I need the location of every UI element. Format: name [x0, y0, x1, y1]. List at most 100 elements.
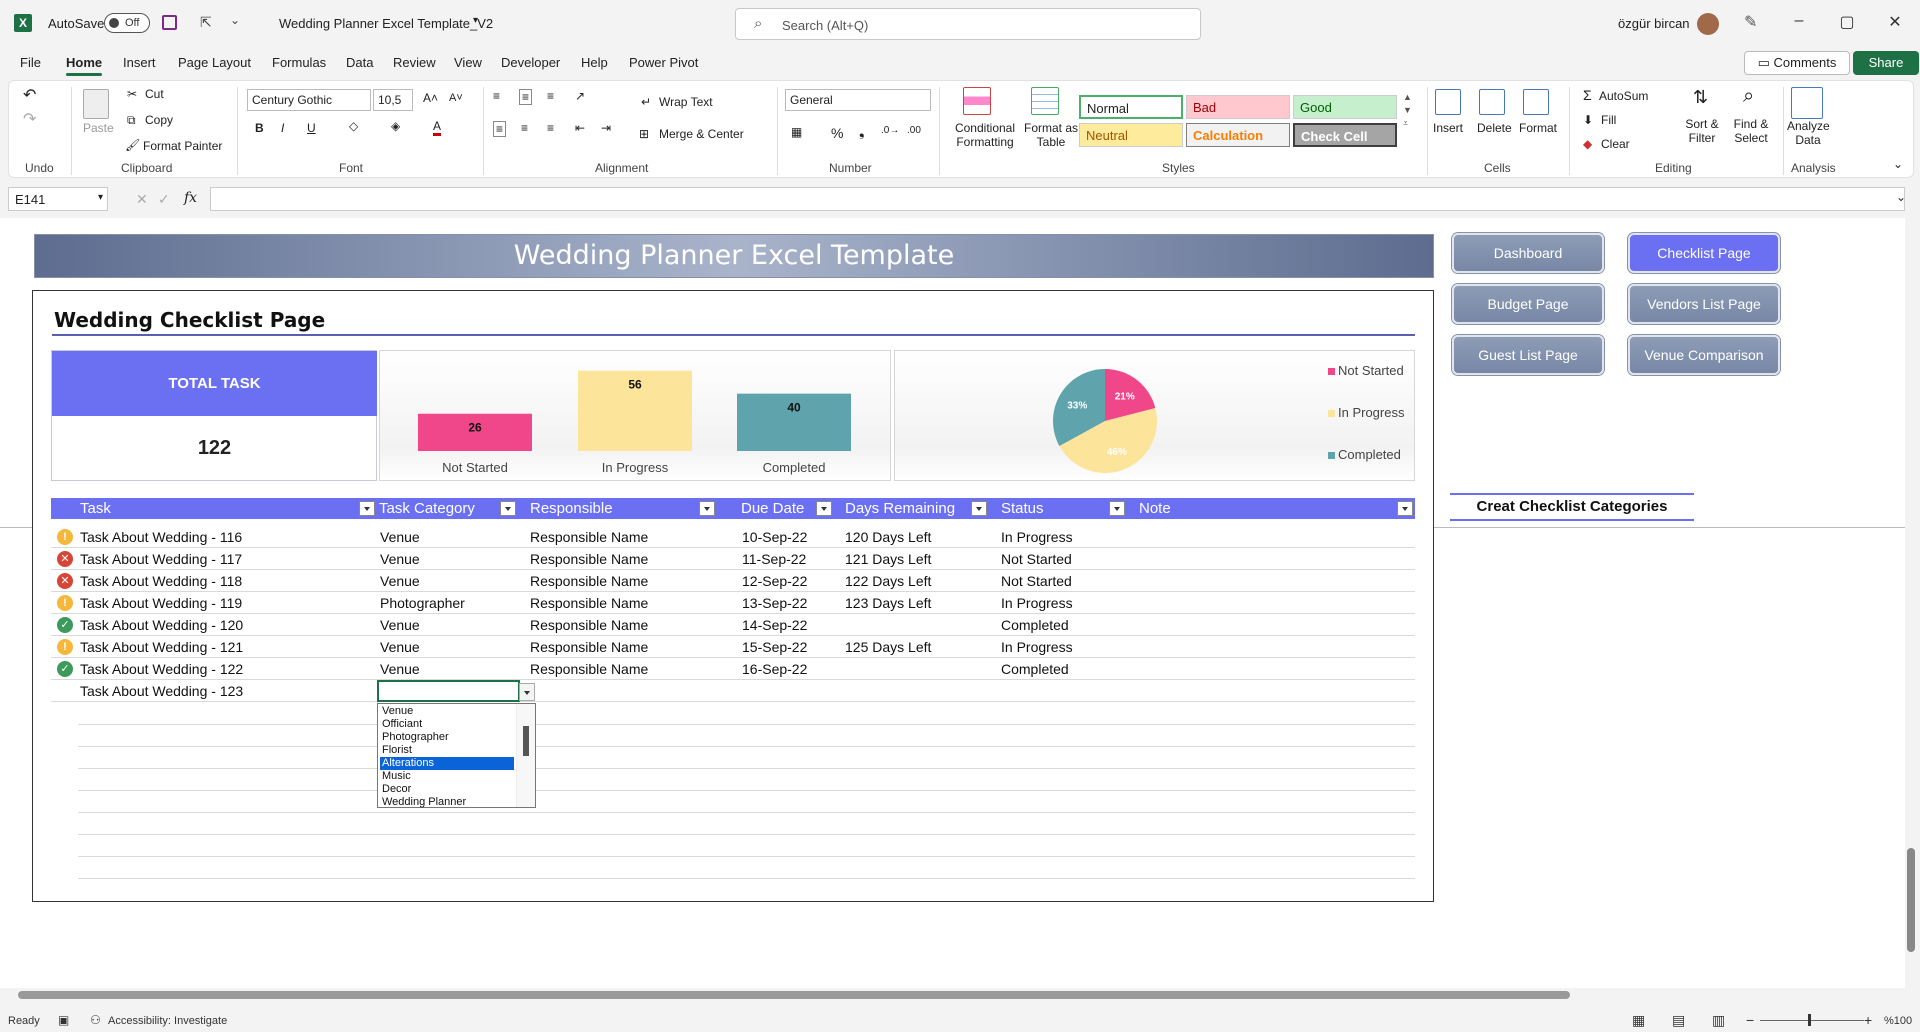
category-cell[interactable]: Venue — [380, 617, 420, 633]
paste-button[interactable]: Paste — [83, 121, 114, 135]
status-cell[interactable]: In Progress — [1001, 595, 1073, 611]
responsible-cell[interactable]: Responsible Name — [530, 617, 648, 633]
task-cell[interactable]: Task About Wedding - 117 — [80, 551, 242, 567]
redo-icon[interactable]: ↷ — [23, 109, 36, 129]
due-date-cell[interactable]: 14-Sep-22 — [742, 617, 807, 633]
align-left-icon[interactable]: ≡ — [493, 121, 507, 137]
cut-icon[interactable]: ✂ — [127, 87, 137, 101]
dropdown-option[interactable]: Alterations — [380, 757, 514, 770]
dropdown-option[interactable]: Officiant — [380, 718, 514, 731]
decrease-font-icon[interactable]: A˅ — [449, 92, 463, 104]
status-cell[interactable]: Not Started — [1001, 573, 1072, 589]
menu-formulas[interactable]: Formulas — [272, 55, 326, 70]
category-cell[interactable]: Venue — [380, 639, 420, 655]
dropdown-option[interactable]: Music — [380, 770, 514, 783]
fill-button[interactable]: Fill — [1601, 113, 1616, 127]
select-cursor-icon[interactable]: ⇱ — [200, 14, 212, 31]
close-icon[interactable]: ✕ — [1875, 12, 1915, 32]
filter-days-remaining-button[interactable] — [971, 501, 987, 516]
autosum-button[interactable]: AutoSum — [1599, 89, 1648, 103]
format-painter-button[interactable]: Format Painter — [143, 139, 222, 153]
dropdown-arrow-button[interactable] — [519, 683, 535, 701]
number-format-combo[interactable]: General — [785, 89, 931, 111]
menu-file[interactable]: File — [20, 55, 41, 70]
task-cell[interactable]: Task About Wedding - 118 — [80, 573, 242, 589]
table-row[interactable]: ! Task About Wedding - 116 Venue Responsibl… — [51, 526, 1415, 548]
menu-home[interactable]: Home — [66, 55, 103, 76]
table-row[interactable]: ✓ Task About Wedding - 120 Venue Responsibl… — [51, 614, 1415, 636]
insert-cells-button[interactable]: Insert — [1433, 121, 1463, 135]
filter-task-button[interactable] — [359, 501, 375, 516]
responsible-cell[interactable]: Responsible Name — [530, 595, 648, 611]
customize-toolbar-icon[interactable]: ⌄ — [230, 13, 240, 27]
zoom-slider[interactable] — [1760, 1020, 1864, 1021]
dropdown-option[interactable]: Venue — [380, 705, 514, 718]
autosave-toggle[interactable]: Off — [104, 13, 150, 33]
responsible-cell[interactable]: Responsible Name — [530, 529, 648, 545]
accessibility-status[interactable]: Accessibility: Investigate — [108, 1015, 227, 1027]
chevron-down-icon[interactable]: ▾ — [473, 15, 478, 26]
increase-font-icon[interactable]: A˄ — [423, 91, 438, 105]
restore-icon[interactable]: ▢ — [1827, 12, 1867, 32]
status-cell[interactable]: Completed — [1001, 617, 1069, 633]
cancel-formula-icon[interactable]: ✕ — [136, 191, 148, 208]
analyze-data-icon[interactable] — [1791, 87, 1823, 119]
task-category-edit-cell[interactable] — [377, 680, 520, 702]
days-remaining-cell[interactable]: 123 Days Left — [845, 595, 931, 611]
macro-record-icon[interactable]: ▣ — [58, 1013, 69, 1027]
decrease-decimal-icon[interactable]: .00 — [907, 125, 921, 136]
category-cell[interactable]: Venue — [380, 573, 420, 589]
increase-decimal-icon[interactable]: .0→ — [881, 125, 899, 136]
wrap-text-button[interactable]: Wrap Text — [659, 95, 713, 109]
comma-style-icon[interactable]: ❟ — [859, 123, 865, 140]
align-top-icon[interactable]: ≡ — [493, 89, 500, 103]
cut-button[interactable]: Cut — [145, 87, 164, 101]
menu-developer[interactable]: Developer — [501, 55, 560, 70]
orientation-icon[interactable]: ↗ — [575, 89, 585, 103]
task-cell[interactable]: Task About Wedding - 123 — [80, 683, 243, 699]
table-row[interactable]: Task About Wedding - 123 — [51, 680, 1415, 702]
days-remaining-cell[interactable]: 122 Days Left — [845, 573, 931, 589]
normal-view-icon[interactable]: ▦ — [1632, 1012, 1645, 1029]
conditional-formatting-button[interactable]: Conditional Formatting — [947, 121, 1023, 149]
page-layout-view-icon[interactable]: ▤ — [1672, 1012, 1685, 1029]
menu-view[interactable]: View — [454, 55, 482, 70]
menu-data[interactable]: Data — [346, 55, 373, 70]
task-cell[interactable]: Task About Wedding - 120 — [80, 617, 243, 633]
increase-indent-icon[interactable]: ⇥ — [601, 121, 611, 135]
bold-icon[interactable]: B — [255, 121, 264, 135]
table-row[interactable]: ! Task About Wedding - 121 Venue Responsibl… — [51, 636, 1415, 658]
style-check-cell[interactable]: Check Cell — [1293, 123, 1397, 147]
task-cell[interactable]: Task About Wedding - 121 — [80, 639, 243, 655]
format-painter-icon[interactable]: 🖌 — [125, 138, 140, 152]
paste-icon[interactable] — [83, 89, 109, 119]
dropdown-option[interactable]: Photographer — [380, 731, 514, 744]
due-date-cell[interactable]: 10-Sep-22 — [742, 529, 807, 545]
filter-category-button[interactable] — [500, 501, 516, 516]
style-calculation[interactable]: Calculation — [1186, 123, 1290, 147]
clear-icon[interactable]: ◆ — [1583, 137, 1592, 151]
category-cell[interactable]: Photographer — [380, 595, 465, 611]
menu-help[interactable]: Help — [581, 55, 608, 70]
zoom-out-icon[interactable]: − — [1746, 1012, 1754, 1028]
days-remaining-cell[interactable]: 121 Days Left — [845, 551, 931, 567]
dropdown-option[interactable]: Decor — [380, 783, 514, 796]
category-dropdown-list[interactable]: Venue Officiant Photographer Florist Alterat… — [377, 703, 536, 808]
insert-function-icon[interactable]: fx — [184, 190, 197, 206]
due-date-cell[interactable]: 15-Sep-22 — [742, 639, 807, 655]
align-middle-icon[interactable]: ≡ — [519, 89, 533, 105]
filter-due-date-button[interactable] — [816, 501, 832, 516]
dropdown-option[interactable]: Florist — [380, 744, 514, 757]
format-as-table-button[interactable]: Format as Table — [1023, 121, 1079, 149]
table-row[interactable]: ! Task About Wedding - 119 Photographer Res… — [51, 592, 1415, 614]
create-checklist-categories-link[interactable]: Creat Checklist Categories — [1450, 493, 1694, 521]
style-neutral[interactable]: Neutral — [1079, 123, 1183, 147]
nav-guest-list-page-button[interactable]: Guest List Page — [1452, 335, 1604, 375]
copy-button[interactable]: Copy — [145, 113, 173, 127]
delete-cells-button[interactable]: Delete — [1477, 121, 1512, 135]
nav-budget-page-button[interactable]: Budget Page — [1452, 284, 1604, 324]
table-row[interactable]: ✓ Task About Wedding - 122 Venue Responsibl… — [51, 658, 1415, 680]
expand-formula-icon[interactable]: ⌄ — [1896, 190, 1906, 204]
sort-filter-icon[interactable]: ⇅ — [1693, 87, 1708, 108]
user-name[interactable]: özgür bircan — [1618, 16, 1690, 31]
